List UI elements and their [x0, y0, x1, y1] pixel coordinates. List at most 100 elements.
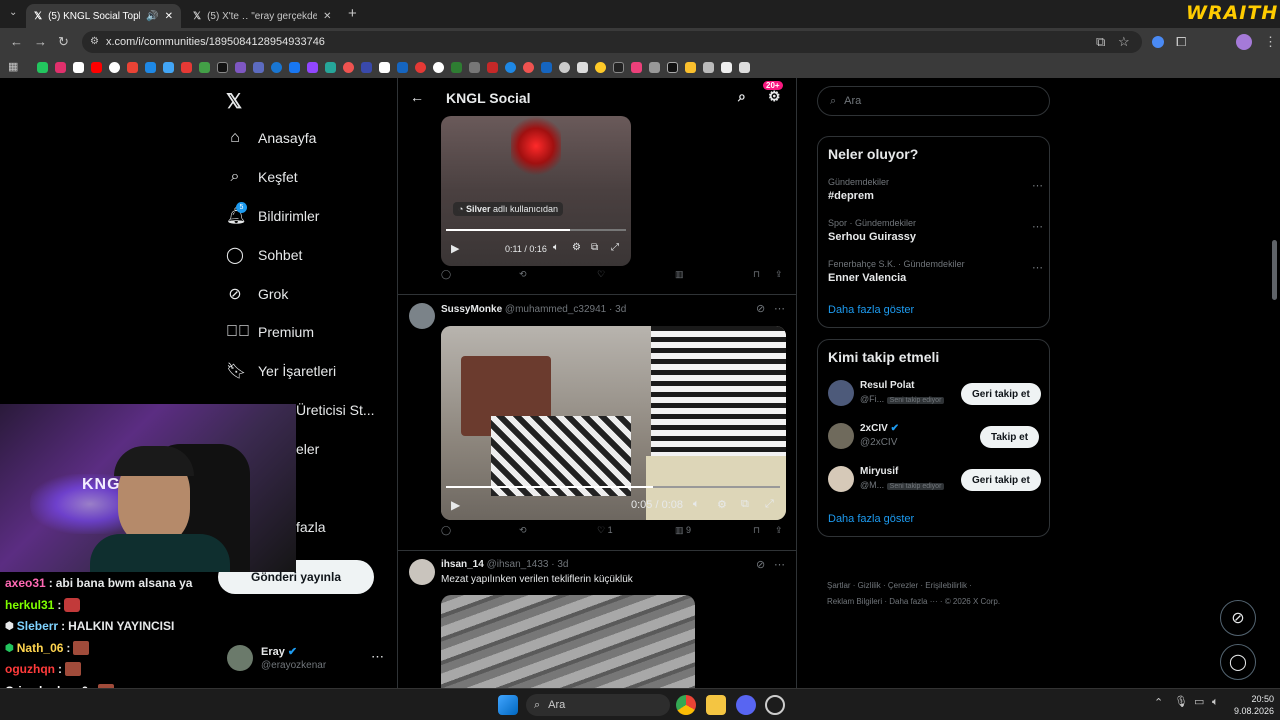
nav-item-lists[interactable]: eler: [296, 432, 319, 466]
grok-icon[interactable]: ⊘: [756, 302, 765, 315]
more-options-icon[interactable]: ⋯: [774, 302, 785, 315]
bookmark-icon[interactable]: [397, 61, 409, 73]
post-author[interactable]: ihsan_14: [441, 559, 484, 570]
install-icon[interactable]: ⧉: [1096, 35, 1105, 48]
trend-item[interactable]: Spor · Gündemdekiler Serhou Guirassy ⋯: [828, 218, 1043, 243]
bookmark-icon[interactable]: [199, 61, 211, 73]
bookmark-icon[interactable]: ⊓: [753, 269, 760, 280]
footer-link[interactable]: Erişilebilirlik: [925, 581, 967, 590]
x-logo-icon[interactable]: 𝕏: [226, 89, 242, 114]
bookmark-icon[interactable]: [559, 61, 571, 73]
grok-icon[interactable]: ⊘: [756, 558, 765, 571]
bookmark-icon[interactable]: [577, 61, 589, 73]
nav-item-bookmarks[interactable]: 🔖︎ Yer İşaretleri: [226, 354, 336, 388]
new-tab-icon[interactable]: +: [348, 6, 357, 21]
app-icon[interactable]: [765, 695, 785, 715]
follow-back-button[interactable]: Geri takip et: [961, 383, 1041, 405]
bookmark-icon[interactable]: [343, 61, 355, 73]
video-progress-track[interactable]: [446, 486, 780, 488]
nav-item-chat[interactable]: ◯ Sohbet: [226, 238, 302, 272]
follow-suggestion[interactable]: Miryusif @M... Seni takip ediyor Geri ta…: [828, 466, 1043, 496]
tray-chevron-icon[interactable]: ⌃: [1154, 698, 1163, 709]
tab-list-icon[interactable]: ⌄: [9, 8, 17, 18]
settings-icon[interactable]: ⚙: [572, 242, 581, 253]
bookmark-icon[interactable]: [541, 61, 553, 73]
close-icon[interactable]: ✕: [323, 11, 331, 22]
pip-icon[interactable]: ⧉: [741, 498, 749, 511]
more-options-icon[interactable]: ⋯: [1032, 220, 1043, 233]
nav-item-premium[interactable]: ✓⃝ Premium: [226, 315, 314, 349]
volume-icon[interactable]: 🔈︎: [553, 242, 559, 253]
share-icon[interactable]: ⇪: [775, 269, 783, 280]
search-input[interactable]: ⌕ Ara: [817, 86, 1050, 116]
back-arrow-icon[interactable]: ←: [410, 89, 424, 105]
tab-kngl-social[interactable]: 𝕏 (5) KNGL Social Topluluk / X 🔊 ✕: [26, 4, 181, 28]
discord-icon[interactable]: [736, 695, 756, 715]
reply-icon[interactable]: ◯: [441, 525, 451, 536]
bookmark-icon[interactable]: [37, 61, 49, 73]
nav-item-notifications[interactable]: 🔔︎ 5 Bildirimler: [226, 199, 319, 233]
post-image[interactable]: [441, 595, 695, 688]
microphone-icon[interactable]: 🎙︎: [1174, 697, 1188, 708]
video-player[interactable]: ▶ 0:05 / 0:08 🔈︎ ⚙ ⧉ ⤢: [441, 326, 786, 520]
follow-button[interactable]: Takip et: [980, 426, 1040, 448]
footer-link[interactable]: Reklam Bilgileri: [827, 597, 882, 606]
fullscreen-icon[interactable]: ⤢: [765, 498, 774, 511]
bookmark-icon[interactable]: [703, 61, 715, 73]
bookmark-icon[interactable]: [307, 61, 319, 73]
chrome-icon[interactable]: [676, 695, 696, 715]
play-icon[interactable]: ▶: [451, 498, 460, 512]
pip-icon[interactable]: ⧉: [591, 242, 598, 253]
views-icon[interactable]: ▥: [675, 269, 684, 280]
play-icon[interactable]: ▶: [451, 242, 459, 255]
bookmark-icon[interactable]: [487, 61, 499, 73]
footer-link[interactable]: Şartlar: [827, 581, 851, 590]
settings-icon[interactable]: ⚙: [717, 498, 727, 511]
star-icon[interactable]: ☆: [1118, 35, 1130, 48]
bookmark-icon[interactable]: [235, 61, 247, 73]
close-icon[interactable]: ✕: [165, 11, 173, 22]
nav-item-grok[interactable]: ⊘ Grok: [226, 277, 288, 311]
footer-link[interactable]: Gizlilik: [858, 581, 881, 590]
bookmark-icon[interactable]: [433, 61, 445, 73]
follow-back-button[interactable]: Geri takip et: [961, 469, 1041, 491]
bookmark-icon[interactable]: [127, 61, 139, 73]
bookmark-icon[interactable]: [145, 61, 157, 73]
puzzle-icon[interactable]: ⧠: [1176, 35, 1186, 48]
bookmark-icon[interactable]: [361, 61, 373, 73]
bookmark-icon[interactable]: [595, 61, 607, 73]
repost-icon[interactable]: ⟲: [519, 269, 527, 280]
reply-icon[interactable]: ◯: [441, 269, 451, 280]
avatar[interactable]: [409, 303, 435, 329]
avatar[interactable]: [409, 559, 435, 585]
bookmark-icon[interactable]: [55, 61, 67, 73]
start-icon[interactable]: [498, 695, 518, 715]
volume-icon[interactable]: 🔈︎: [693, 498, 700, 511]
reload-icon[interactable]: ↻: [58, 35, 69, 48]
follow-suggestion[interactable]: 2xCIV ✔ @2xCIV Takip et: [828, 423, 1043, 453]
footer-link[interactable]: Çerezler: [888, 581, 918, 590]
grok-fab[interactable]: ⊘: [1220, 600, 1256, 636]
network-icon[interactable]: ▭: [1194, 697, 1204, 708]
bookmark-icon[interactable]: ⊓: [753, 525, 760, 536]
back-icon[interactable]: ←: [10, 35, 23, 48]
bookmark-icon[interactable]: [469, 61, 481, 73]
bookmark-icon[interactable]: [109, 61, 121, 73]
bookmark-icon[interactable]: [721, 61, 733, 73]
trend-item[interactable]: Gündemdekiler #deprem ⋯: [828, 177, 1043, 202]
taskbar-search[interactable]: ⌕ Ara: [526, 694, 670, 716]
bookmark-icon[interactable]: [289, 61, 301, 73]
bookmark-icon[interactable]: [181, 61, 193, 73]
site-info-icon[interactable]: ⚙: [90, 36, 99, 47]
post-handle[interactable]: @ihsan_1433: [487, 559, 549, 570]
show-more-link[interactable]: Daha fazla göster: [828, 304, 914, 316]
repost-icon[interactable]: ⟲: [519, 525, 527, 536]
volume-icon[interactable]: 🔈︎: [1212, 697, 1219, 708]
extension-icon[interactable]: [1152, 36, 1164, 48]
bookmark-icon[interactable]: [523, 61, 535, 73]
bookmark-icon[interactable]: [685, 61, 697, 73]
like-button[interactable]: ♡ 1: [597, 525, 613, 536]
nav-item-creator-studio[interactable]: Üreticisi St...: [296, 393, 375, 427]
community-settings-icon[interactable]: ⚙: [768, 88, 781, 105]
forward-icon[interactable]: →: [34, 35, 47, 48]
